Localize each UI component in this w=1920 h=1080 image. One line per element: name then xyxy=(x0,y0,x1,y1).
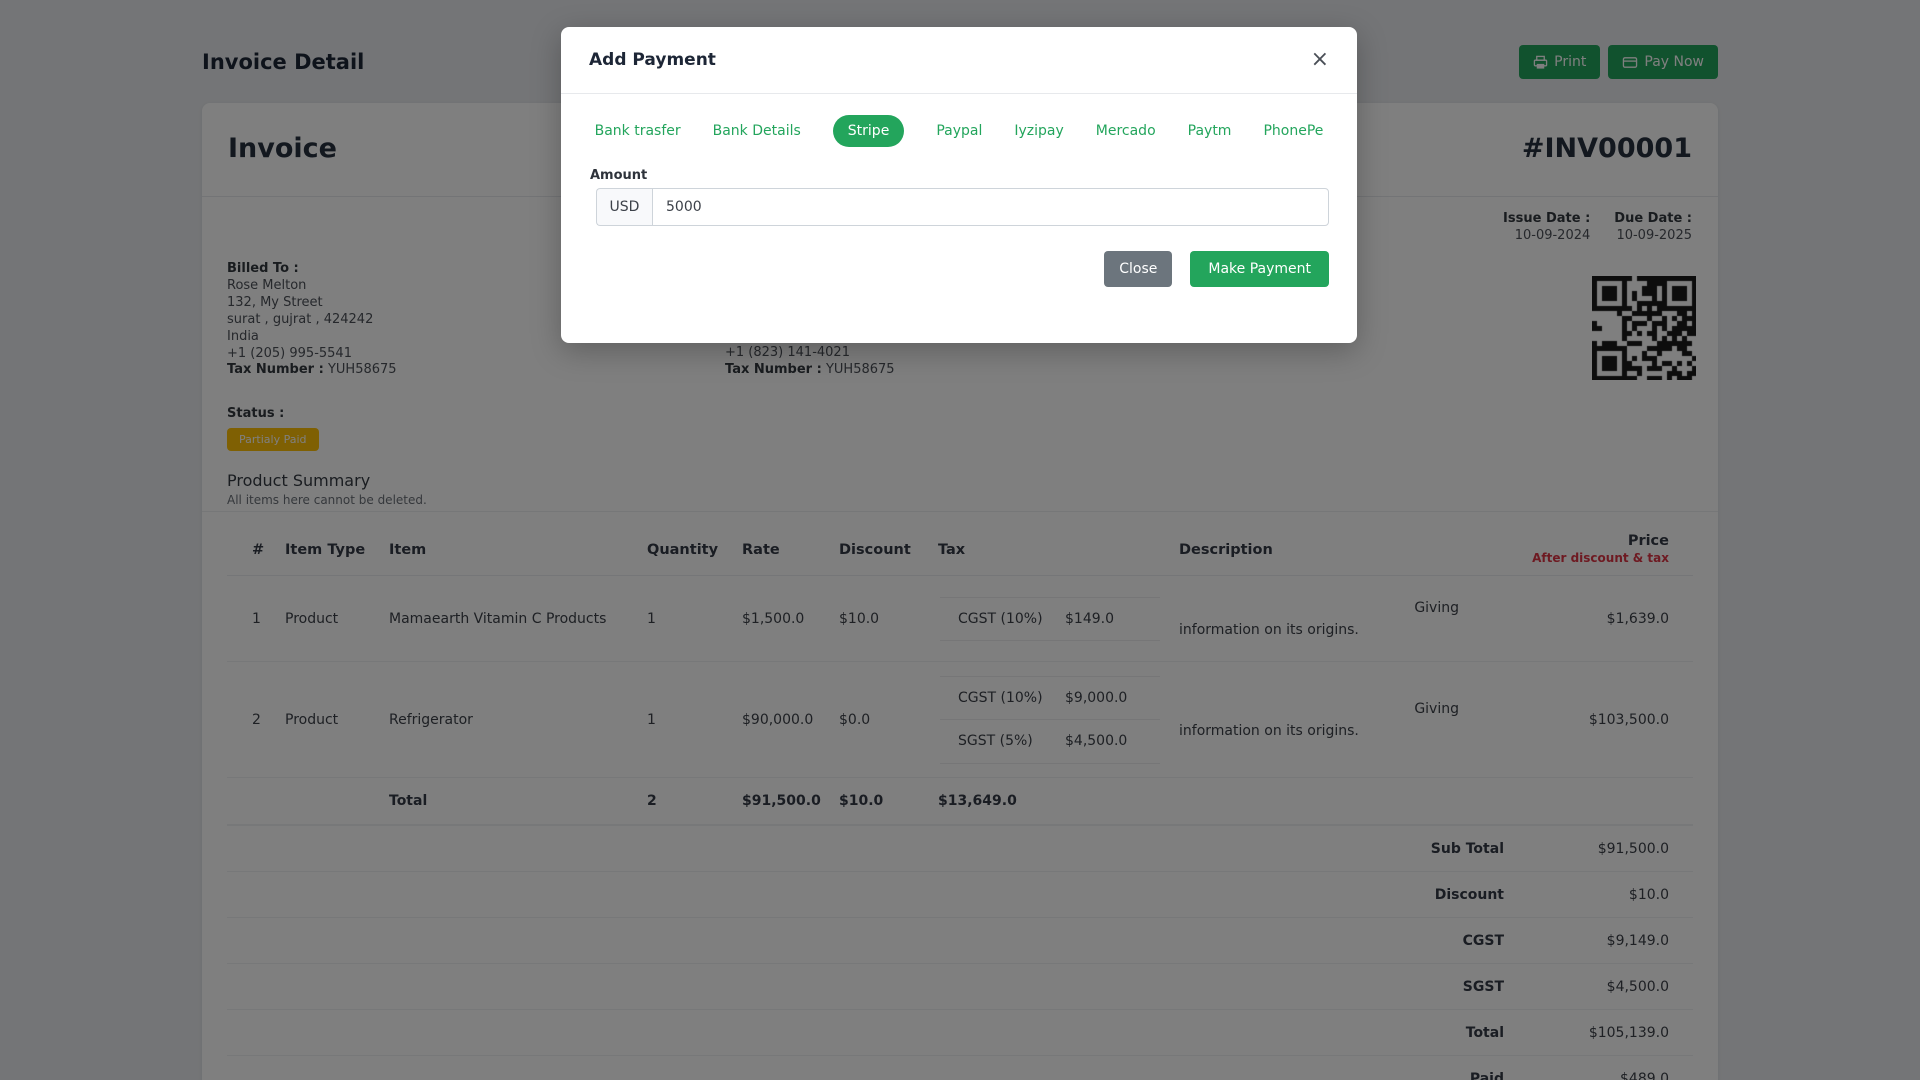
modal-header: Add Payment × xyxy=(561,27,1357,94)
tab-phonepe[interactable]: PhonePe xyxy=(1263,115,1323,147)
close-button[interactable]: Close xyxy=(1104,251,1173,287)
tab-paypal[interactable]: Paypal xyxy=(936,115,982,147)
tab-bank-details[interactable]: Bank Details xyxy=(713,115,801,147)
tab-mercado[interactable]: Mercado xyxy=(1096,115,1156,147)
close-icon[interactable]: × xyxy=(1311,49,1329,71)
tab-iyzipay[interactable]: Iyzipay xyxy=(1014,115,1063,147)
amount-label: Amount xyxy=(590,168,648,183)
make-payment-button[interactable]: Make Payment xyxy=(1190,251,1329,287)
tab-stripe[interactable]: Stripe xyxy=(832,115,905,147)
tab-paytm[interactable]: Paytm xyxy=(1188,115,1232,147)
tab-bank-transfer[interactable]: Bank trasfer xyxy=(595,115,681,147)
modal-footer: Close Make Payment xyxy=(1104,251,1329,287)
payment-method-tabs: Bank trasfer Bank Details Stripe Paypal … xyxy=(561,115,1357,147)
amount-input-group: USD xyxy=(596,188,1329,226)
currency-prefix: USD xyxy=(596,188,652,226)
modal-title: Add Payment xyxy=(589,50,716,70)
amount-input[interactable] xyxy=(652,188,1329,226)
add-payment-modal: Add Payment × Bank trasfer Bank Details … xyxy=(561,27,1357,343)
